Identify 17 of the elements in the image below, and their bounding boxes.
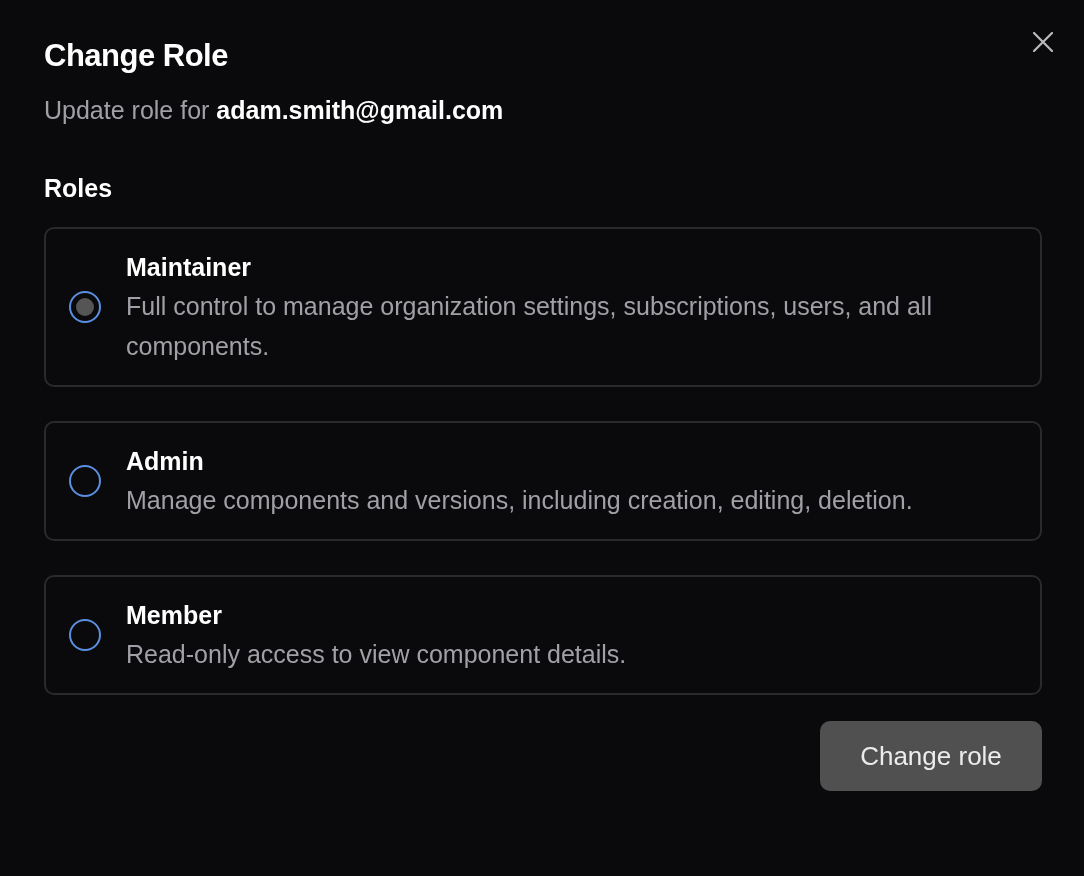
radio-button[interactable] — [69, 619, 101, 651]
role-description: Full control to manage organization settings, subscriptions, users, and all components. — [126, 291, 933, 362]
dialog-subtitle: Update role for adam.smith@gmail.com — [44, 95, 505, 126]
section-label: Roles — [44, 173, 114, 204]
radio-button[interactable] — [69, 291, 101, 323]
role-description: Manage components and versions, including creation, editing, deletion. — [126, 485, 913, 516]
radio-button[interactable] — [69, 465, 101, 497]
change-role-button[interactable]: Change role — [820, 721, 1042, 791]
role-description: Read-only access to view component details. — [126, 639, 627, 670]
role-name: Admin — [126, 446, 205, 477]
dialog-title: Change Role — [44, 37, 229, 75]
role-option[interactable]: Member Read-only access to view component details. — [44, 575, 1042, 695]
role-name: Member — [126, 600, 223, 631]
role-option[interactable]: Maintainer Full control to manage organization settings, subscriptions, users, and all components. — [44, 227, 1042, 387]
close-icon[interactable] — [1033, 32, 1053, 52]
role-name: Maintainer — [126, 252, 253, 283]
role-option[interactable]: Admin Manage components and versions, including creation, editing, deletion. — [44, 421, 1042, 541]
